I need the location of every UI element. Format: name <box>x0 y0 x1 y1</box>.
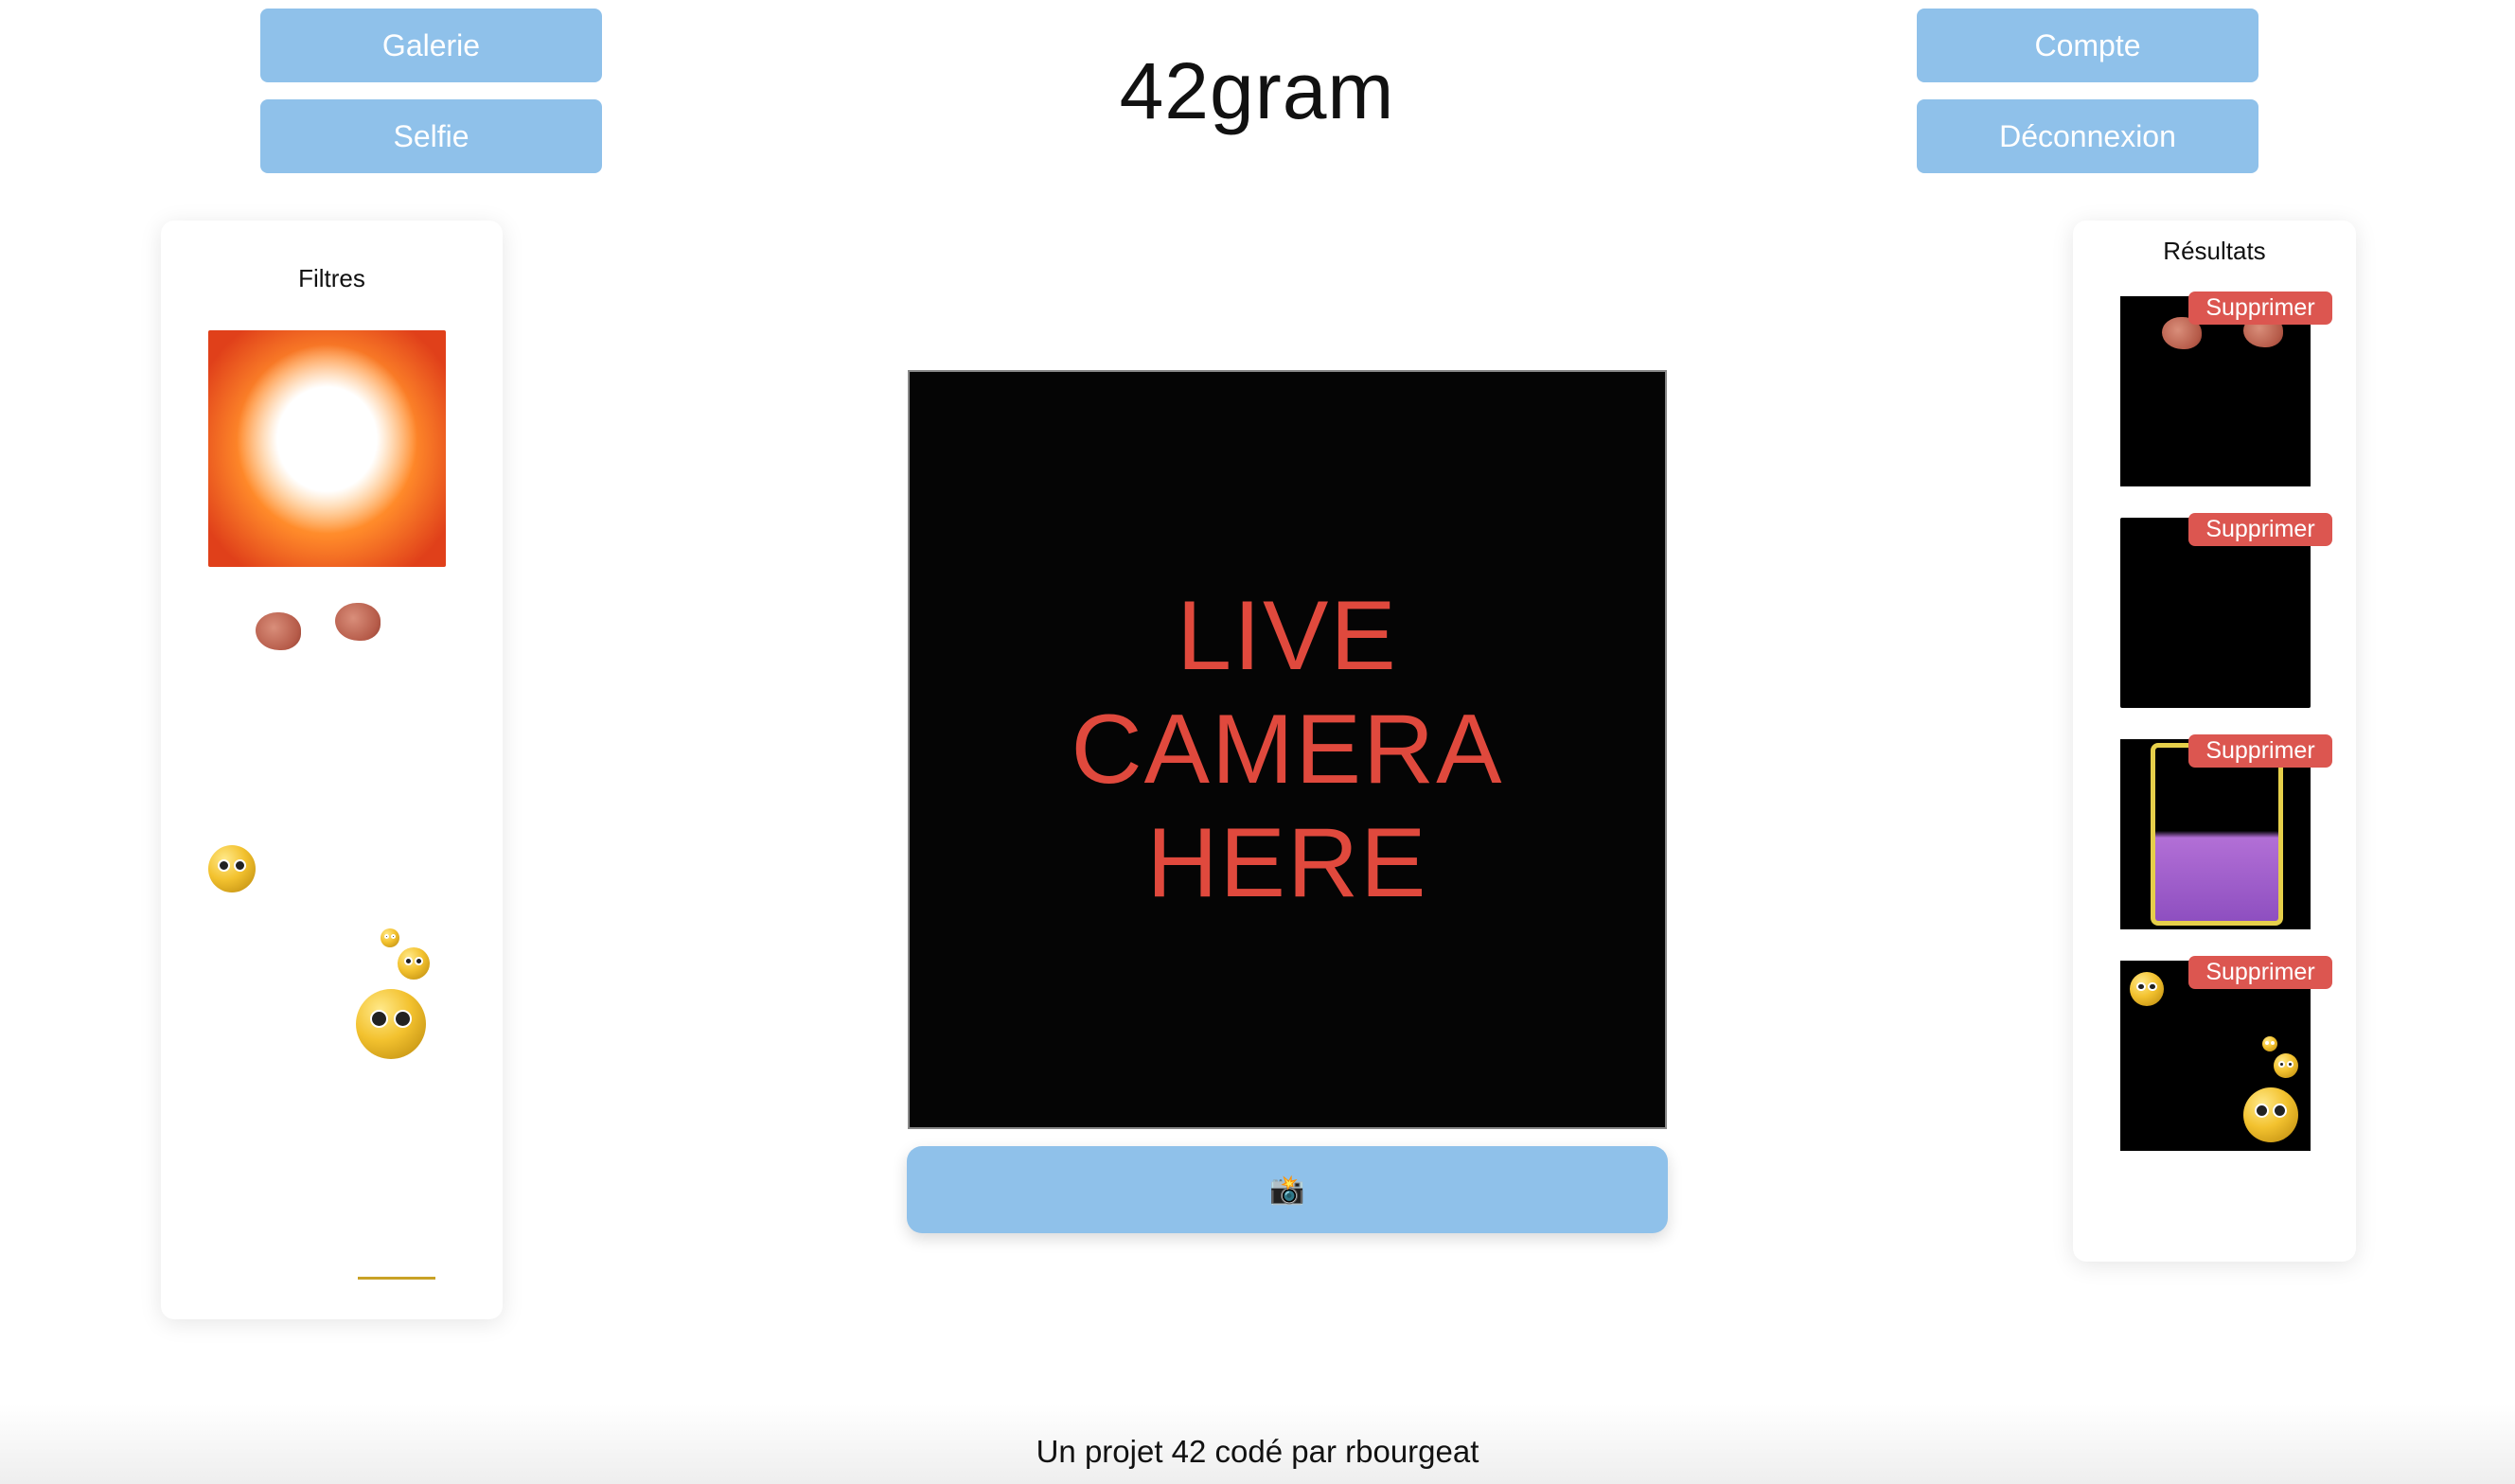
result-thumbnail[interactable] <box>2120 296 2311 486</box>
emoji-filter[interactable] <box>208 845 454 1148</box>
bear-ear-left <box>256 612 301 650</box>
delete-button[interactable]: Supprimer <box>2188 956 2332 989</box>
camera-icon: 📸 <box>1269 1174 1305 1206</box>
result-thumbnail[interactable] <box>2120 739 2311 929</box>
app-title: 42gram <box>1119 46 1395 135</box>
result-thumbnail[interactable] <box>2120 961 2311 1151</box>
emoji-small <box>2262 1036 2277 1051</box>
bear-ears-filter[interactable] <box>256 599 398 665</box>
deconnexion-button[interactable]: Déconnexion <box>1917 99 2258 173</box>
galerie-button[interactable]: Galerie <box>260 9 602 82</box>
emoji-medium <box>398 947 430 980</box>
emoji-large-top-left <box>208 845 256 892</box>
footer-text: Un projet 42 codé par rbourgeat <box>1036 1434 1479 1469</box>
capture-button[interactable]: 📸 <box>907 1146 1668 1233</box>
emoji-large <box>2243 1087 2298 1142</box>
emoji-small <box>381 928 399 947</box>
gold-bar-filter[interactable] <box>358 1277 435 1280</box>
delete-button[interactable]: Supprimer <box>2188 513 2332 546</box>
selfie-button[interactable]: Selfie <box>260 99 602 173</box>
camera-line-1: LIVE <box>1177 581 1398 691</box>
delete-button[interactable]: Supprimer <box>2188 734 2332 768</box>
filters-panel: Filtres <box>161 221 503 1319</box>
emoji-small <box>2274 1053 2298 1078</box>
flame-frame-filter[interactable] <box>208 330 446 567</box>
bear-ear-right <box>335 603 381 641</box>
card-frame <box>2151 743 2283 926</box>
emoji-large <box>356 989 426 1059</box>
camera-line-2: CAMERA <box>1071 695 1504 804</box>
camera-view: LIVE CAMERA HERE <box>908 370 1667 1129</box>
delete-button[interactable]: Supprimer <box>2188 292 2332 325</box>
emoji-small <box>2130 972 2164 1006</box>
result-thumbnail[interactable] <box>2120 518 2311 708</box>
camera-placeholder: LIVE CAMERA HERE <box>1072 579 1504 920</box>
compte-button[interactable]: Compte <box>1917 9 2258 82</box>
camera-line-3: HERE <box>1146 808 1428 918</box>
results-title: Résultats <box>2163 237 2266 265</box>
filters-title: Filtres <box>298 264 365 292</box>
